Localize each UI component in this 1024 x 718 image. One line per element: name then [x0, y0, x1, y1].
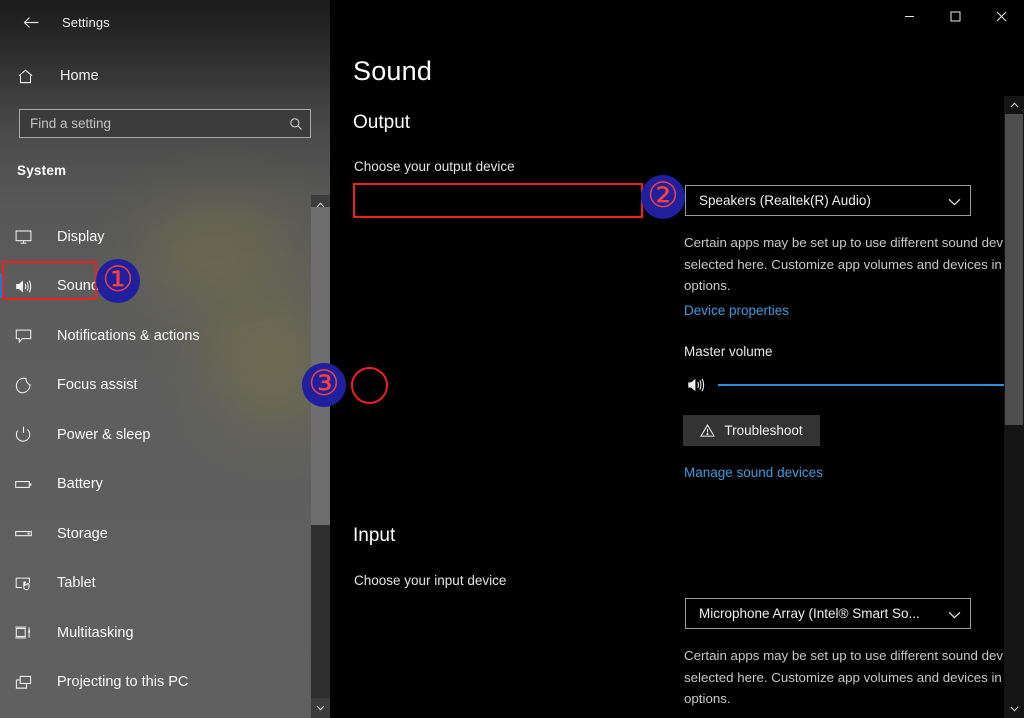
sidebar-item-home[interactable]: Home [0, 60, 330, 92]
callout-icon [14, 326, 44, 345]
speaker-icon [14, 277, 44, 296]
sidebar-item-display[interactable]: Display [0, 212, 330, 262]
output-device-value: Speakers (Realtek(R) Audio) [699, 193, 871, 208]
input-device-combo[interactable]: Microphone Array (Intel® Smart So... [685, 598, 971, 629]
projecting-icon [14, 673, 44, 692]
sidebar-item-label: Storage [57, 525, 108, 542]
tablet-touch-icon [14, 574, 44, 593]
battery-icon [14, 475, 44, 494]
settings-sidebar: Settings Home System Display [0, 0, 330, 718]
annotation-badge-1: ① [96, 259, 140, 303]
chevron-down-icon[interactable] [948, 599, 961, 630]
main-scrollbar-thumb[interactable] [1005, 114, 1023, 425]
sidebar-item-battery[interactable]: Battery [0, 460, 330, 510]
device-properties-link[interactable]: Device properties [684, 303, 789, 318]
sidebar-scrollbar[interactable] [311, 195, 330, 718]
manage-sound-devices-link[interactable]: Manage sound devices [684, 465, 823, 480]
sidebar-item-sound[interactable]: Sound [0, 262, 330, 312]
sidebar-scrollbar-track[interactable] [311, 525, 330, 698]
sidebar-titlebar: Settings [0, 0, 330, 44]
master-volume-label: Master volume [684, 344, 773, 359]
sidebar-item-storage[interactable]: Storage [0, 509, 330, 559]
minimize-button[interactable] [886, 0, 932, 32]
monitor-icon [14, 227, 44, 246]
annotation-badge-2: ② [641, 175, 685, 219]
window-controls [886, 0, 1024, 32]
chevron-up-icon[interactable] [1004, 96, 1024, 114]
master-volume-slider[interactable] [718, 377, 1024, 393]
sidebar-item-label: Notifications & actions [57, 327, 200, 344]
output-description: Certain apps may be set up to use differ… [684, 235, 1024, 293]
sidebar-item-power-and-sleep[interactable]: Power & sleep [0, 410, 330, 460]
moon-icon [14, 376, 44, 395]
sidebar-item-label: Focus assist [57, 377, 138, 394]
sidebar-group-label: System [17, 163, 67, 178]
back-arrow-icon[interactable] [8, 6, 54, 38]
sidebar-item-notifications-and-actions[interactable]: Notifications & actions [0, 311, 330, 361]
output-device-combo[interactable]: Speakers (Realtek(R) Audio) [685, 185, 971, 216]
warning-triangle-icon [700, 423, 716, 438]
troubleshoot-button[interactable]: Troubleshoot [683, 415, 820, 446]
chevron-down-icon[interactable] [311, 698, 330, 718]
input-section-heading: Input [353, 525, 396, 546]
chevron-down-icon[interactable] [948, 186, 961, 217]
maximize-button[interactable] [932, 0, 978, 32]
search-input[interactable] [20, 116, 282, 131]
input-device-value: Microphone Array (Intel® Smart So... [699, 606, 920, 621]
sidebar-item-multitasking[interactable]: Multitasking [0, 608, 330, 658]
sidebar-item-label: Projecting to this PC [57, 674, 189, 691]
power-icon [14, 425, 44, 444]
sidebar-nav-list: Display Sound Notifications & actions Fo… [0, 212, 330, 707]
slider-track[interactable] [718, 384, 1024, 386]
sidebar-item-label: Sound [57, 278, 99, 295]
window-title: Settings [62, 14, 110, 30]
home-icon [17, 68, 45, 85]
chevron-down-icon[interactable] [1004, 700, 1024, 718]
search-box[interactable] [19, 109, 311, 138]
sidebar-item-label: Multitasking [57, 624, 134, 641]
close-button[interactable] [978, 0, 1024, 32]
sidebar-item-label: Tablet [57, 575, 96, 592]
input-description: Certain apps may be set up to use differ… [684, 648, 1024, 706]
output-section-heading: Output [353, 112, 411, 133]
input-device-label: Choose your input device [354, 573, 507, 588]
sidebar-item-focus-assist[interactable]: Focus assist [0, 361, 330, 411]
sidebar-item-label: Home [60, 68, 99, 84]
multitasking-icon [14, 623, 44, 642]
sidebar-item-tablet[interactable]: Tablet [0, 559, 330, 609]
sidebar-item-label: Power & sleep [57, 426, 151, 443]
search-icon[interactable] [282, 117, 310, 131]
sidebar-item-projecting-to-this-pc[interactable]: Projecting to this PC [0, 658, 330, 708]
page-title: Sound [353, 56, 433, 86]
output-device-label: Choose your output device [354, 159, 515, 174]
troubleshoot-label: Troubleshoot [724, 423, 803, 438]
drive-icon [14, 524, 44, 543]
annotation-badge-3: ③ [302, 363, 346, 407]
settings-main-pane: Sound Output Choose your output device S… [330, 0, 1024, 718]
sidebar-item-label: Display [57, 228, 105, 245]
sidebar-item-label: Battery [57, 476, 103, 493]
master-volume-icon[interactable] [684, 373, 708, 397]
main-scrollbar[interactable] [1004, 96, 1024, 718]
